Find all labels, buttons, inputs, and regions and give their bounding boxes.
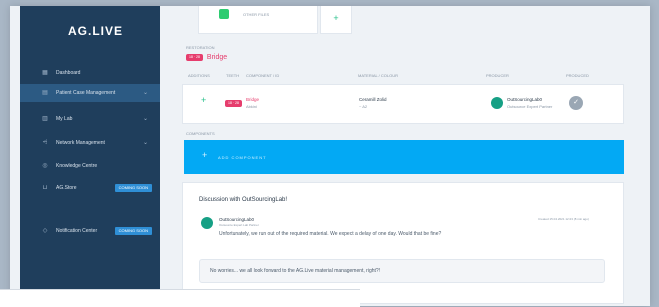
sidebar-item-label: Knowledge Centre bbox=[56, 163, 98, 169]
add-file-button[interactable]: + bbox=[320, 6, 352, 34]
sidebar-item-label: Patient Case Management bbox=[56, 90, 116, 96]
sidebar-item-knowledge-centre[interactable]: ◎ Knowledge Centre bbox=[20, 157, 160, 175]
column-header: TEETH bbox=[226, 73, 240, 78]
chevron-down-icon: ⌄ bbox=[142, 90, 148, 96]
other-files-label: OTHER FILES bbox=[243, 12, 270, 17]
message-author: OutSourcingLab0 bbox=[219, 217, 255, 222]
other-files-card[interactable]: OTHER FILES bbox=[198, 6, 318, 34]
bell-icon: ◇ bbox=[42, 228, 48, 234]
components-section-label: COMPONENTS bbox=[186, 131, 215, 136]
discussion-title: Discussion with OutSourcingLab! bbox=[199, 197, 288, 203]
column-header: COMPONENT / ID bbox=[246, 73, 280, 78]
teeth-pill: 18 · 28 bbox=[225, 100, 242, 107]
document-icon: ▤ bbox=[42, 90, 48, 96]
sidebar-item-label: My Lab bbox=[56, 116, 73, 122]
file-icon bbox=[219, 9, 229, 19]
reply-input[interactable]: No worries... we all look forward to the… bbox=[199, 259, 605, 283]
cart-icon: ⊔ bbox=[42, 185, 48, 191]
sidebar-item-patient-case-management[interactable]: ▤ Patient Case Management ⌄ bbox=[20, 84, 160, 102]
restoration-title: Bridge bbox=[206, 54, 228, 61]
sidebar-item-label: Network Management bbox=[56, 140, 105, 146]
overlay-panel bbox=[0, 289, 360, 307]
main-content: OTHER FILES + RESTORATION 18 · 28 Bridge… bbox=[170, 6, 630, 306]
restoration-row[interactable]: + 18 · 28 Bridge Abkini Ceramill Zolid ~… bbox=[182, 84, 624, 124]
message-text: Unfortunately, we run out of the require… bbox=[219, 231, 442, 237]
sidebar-item-my-lab[interactable]: ▥ My Lab ⌄ bbox=[20, 110, 160, 128]
add-component-label: ADD COMPONENT bbox=[218, 155, 267, 160]
app-window: AG.LIVE ▦ Dashboard ▤ Patient Case Manag… bbox=[10, 6, 650, 306]
restoration-section-label: RESTORATION bbox=[186, 45, 215, 50]
network-icon: ⩤ bbox=[42, 140, 48, 146]
add-component-bar[interactable]: + ADD COMPONENT bbox=[184, 140, 624, 174]
sidebar-item-dashboard[interactable]: ▦ Dashboard bbox=[20, 64, 160, 82]
add-addition-button[interactable]: + bbox=[201, 95, 206, 105]
component-name: Bridge bbox=[246, 97, 260, 102]
sidebar-item-label: Notification Center bbox=[56, 228, 98, 234]
produced-check-icon[interactable]: ✓ bbox=[569, 96, 583, 110]
material-colour: ~ A2 bbox=[359, 104, 368, 109]
sidebar-item-notification-center[interactable]: ◇ Notification Center COMING SOON bbox=[20, 222, 160, 240]
help-icon: ◎ bbox=[42, 163, 48, 169]
producer-name: OutSourcingLab0 bbox=[507, 97, 543, 102]
material-name: Ceramill Zolid bbox=[359, 97, 387, 102]
column-header: ADDITIONS bbox=[188, 73, 210, 78]
producer-role: Outsource Expert Partner bbox=[507, 104, 553, 109]
reply-text: No worries... we all look forward to the… bbox=[210, 268, 381, 274]
chevron-down-icon: ⌄ bbox=[142, 140, 148, 146]
sidebar-item-label: Dashboard bbox=[56, 70, 81, 76]
plus-icon: + bbox=[202, 150, 209, 160]
sidebar-item-ag-store[interactable]: ⊔ AG.Store COMING SOON bbox=[20, 179, 160, 197]
message-role: Outsource Expert Lab Partner bbox=[219, 223, 259, 227]
message-avatar bbox=[201, 217, 213, 229]
chevron-down-icon: ⌄ bbox=[142, 116, 148, 122]
plus-icon: + bbox=[333, 13, 339, 23]
message-time: Created 15.04.2021 12:23 (8 min ago) bbox=[538, 217, 589, 221]
producer-avatar bbox=[491, 97, 503, 109]
app-logo: AG.LIVE bbox=[68, 24, 124, 38]
teeth-pill: 18 · 28 bbox=[186, 54, 203, 61]
sidebar-item-network-management[interactable]: ⩤ Network Management ⌄ bbox=[20, 134, 160, 152]
restoration-title-row: 18 · 28 Bridge bbox=[186, 54, 227, 61]
sidebar-item-label: AG.Store bbox=[56, 185, 77, 191]
grid-icon: ▦ bbox=[42, 70, 48, 76]
lab-icon: ▥ bbox=[42, 116, 48, 122]
column-header: PRODUCER bbox=[486, 73, 509, 78]
column-header: PRODUCED bbox=[566, 73, 589, 78]
coming-soon-badge: COMING SOON bbox=[114, 227, 152, 235]
column-header: MATERIAL / COLOUR bbox=[358, 73, 399, 78]
discussion-card: Discussion with OutSourcingLab! OutSourc… bbox=[182, 182, 624, 304]
component-id: Abkini bbox=[246, 104, 257, 109]
coming-soon-badge: COMING SOON bbox=[114, 184, 152, 192]
restoration-table-header: ADDITIONS TEETH COMPONENT / ID MATERIAL … bbox=[186, 73, 626, 81]
sidebar: AG.LIVE ▦ Dashboard ▤ Patient Case Manag… bbox=[20, 6, 160, 296]
